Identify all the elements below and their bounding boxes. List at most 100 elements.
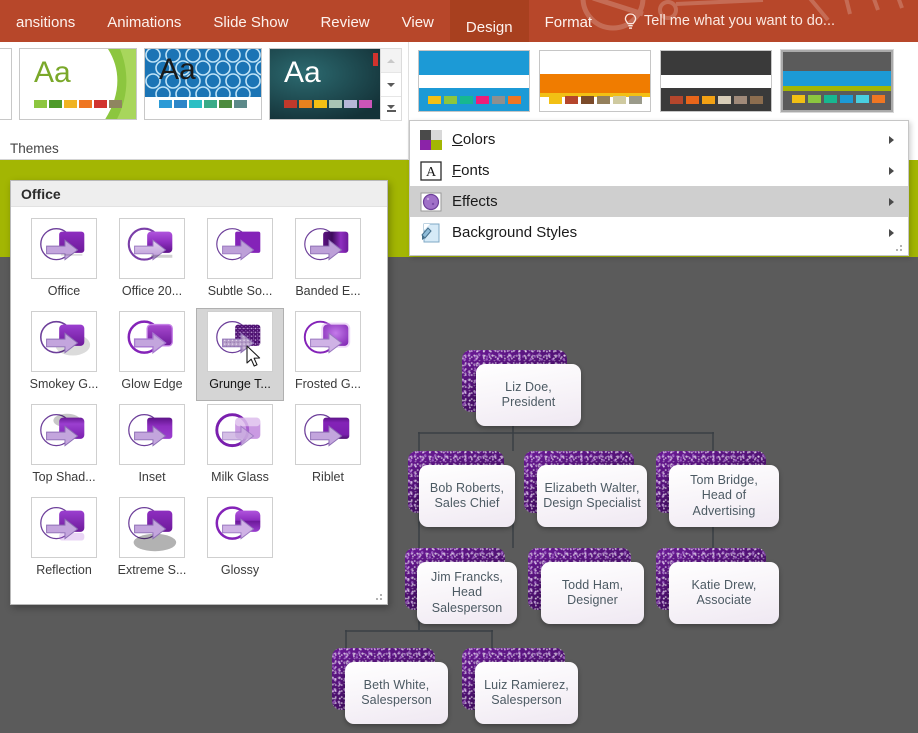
node-card[interactable]: Beth White, Salesperson xyxy=(345,662,448,724)
effect-preview xyxy=(119,404,185,465)
menu-item-background-styles[interactable]: Background Styles xyxy=(410,217,908,248)
tab-transitions[interactable]: ansitions xyxy=(0,15,91,42)
lightbulb-icon xyxy=(624,12,637,30)
menu-resize-grip[interactable] xyxy=(894,243,904,253)
tab-slide-show[interactable]: Slide Show xyxy=(197,15,304,42)
effect-preview xyxy=(119,218,185,279)
effect-preview xyxy=(31,497,97,558)
effect-label: Grunge T... xyxy=(209,377,271,391)
effect-label: Office 20... xyxy=(121,284,183,298)
node-card[interactable]: Katie Drew, Associate xyxy=(669,562,779,624)
tab-format[interactable]: Format xyxy=(529,15,609,42)
node-label: Tom Bridge, Head of Advertising xyxy=(690,473,758,518)
themes-gallery-scroll xyxy=(380,48,402,121)
effect-glossy[interactable]: Glossy xyxy=(196,494,284,587)
theme-thumbnail-partial[interactable] xyxy=(0,48,12,120)
node-label: Bob Roberts, Sales Chief xyxy=(429,480,505,510)
variant-dark[interactable] xyxy=(660,50,772,112)
org-node[interactable]: Bob Roberts, Sales Chief xyxy=(408,451,518,529)
effect-extreme-shadow[interactable]: Extreme S... xyxy=(108,494,196,587)
effect-smokey-glass[interactable]: Smokey G... xyxy=(20,308,108,401)
effect-label: Top Shad... xyxy=(32,470,96,484)
theme-thumbnail-dark-teal[interactable]: Aa xyxy=(269,48,387,120)
themes-group: Aa Aa Aa Themes xyxy=(0,42,409,160)
node-label: Luiz Ramierez, Salesperson xyxy=(484,677,569,707)
org-node[interactable]: Katie Drew, Associate xyxy=(656,548,780,626)
menu-item-fonts[interactable]: A Fonts xyxy=(410,155,908,186)
node-card[interactable]: Liz Doe, President xyxy=(476,364,581,426)
effect-frosted-glass[interactable]: Frosted G... xyxy=(284,308,372,401)
variant-swatches xyxy=(792,95,885,103)
menu-item-colors[interactable]: Colors xyxy=(410,124,908,155)
connector xyxy=(345,630,347,648)
chevron-right-icon xyxy=(889,135,894,144)
flyout-resize-grip[interactable] xyxy=(374,592,384,602)
node-card[interactable]: Jim Francks, Head Salesperson xyxy=(417,562,517,624)
org-node[interactable]: Elizabeth Walter, Design Specialist xyxy=(524,451,648,529)
effect-banded-edge[interactable]: Banded E... xyxy=(284,215,372,308)
themes-more-button[interactable] xyxy=(381,97,401,120)
menu-item-label: Effects xyxy=(452,193,498,210)
theme-swatches xyxy=(34,100,122,108)
node-card[interactable]: Elizabeth Walter, Design Specialist xyxy=(537,465,647,527)
theme-accent-mark xyxy=(373,53,378,66)
effect-preview xyxy=(295,218,361,279)
node-card[interactable]: Luiz Ramierez, Salesperson xyxy=(475,662,578,724)
effect-preview xyxy=(207,497,273,558)
node-label: Liz Doe, President xyxy=(501,379,556,409)
connector xyxy=(418,432,420,451)
variant-swatches xyxy=(428,96,521,104)
effect-office[interactable]: Office xyxy=(20,215,108,308)
effect-top-shadow[interactable]: Top Shad... xyxy=(20,401,108,494)
effect-preview xyxy=(31,404,97,465)
tell-me-search-box[interactable]: Tell me what you want to do... xyxy=(612,0,847,42)
org-node[interactable]: Beth White, Salesperson xyxy=(332,648,449,726)
theme-thumbnail-green-facet[interactable]: Aa xyxy=(19,48,137,120)
variant-blue[interactable] xyxy=(418,50,530,112)
effect-reflection[interactable]: Reflection xyxy=(20,494,108,587)
effect-inset[interactable]: Inset xyxy=(108,401,196,494)
tab-review[interactable]: Review xyxy=(304,15,385,42)
effect-subtle-solids[interactable]: Subtle So... xyxy=(196,215,284,308)
tell-me-placeholder-text: Tell me what you want to do... xyxy=(644,13,836,29)
effects-icon xyxy=(418,191,444,213)
effect-office-2007[interactable]: Office 20... xyxy=(108,215,196,308)
effect-milk-glass[interactable]: Milk Glass xyxy=(196,401,284,494)
mouse-cursor-icon xyxy=(246,345,261,367)
variant-swatches xyxy=(670,96,763,104)
effect-label: Office xyxy=(47,284,81,298)
tab-design[interactable]: Design xyxy=(449,0,529,42)
tab-animations[interactable]: Animations xyxy=(91,15,197,42)
menu-item-label: Fonts xyxy=(452,162,490,179)
variant-gray-blue-green[interactable] xyxy=(780,49,894,113)
effect-riblet[interactable]: Riblet xyxy=(284,401,372,494)
org-node[interactable]: Luiz Ramierez, Salesperson xyxy=(462,648,579,726)
effect-glow-edge[interactable]: Glow Edge xyxy=(108,308,196,401)
effect-label: Milk Glass xyxy=(211,470,269,484)
org-node[interactable]: Jim Francks, Head Salesperson xyxy=(405,548,519,626)
fonts-icon: A xyxy=(418,160,444,182)
node-card[interactable]: Todd Ham, Designer xyxy=(541,562,644,624)
more-icon xyxy=(386,105,396,112)
background-styles-icon xyxy=(418,222,444,244)
org-node[interactable]: Liz Doe, President xyxy=(462,350,582,428)
org-node[interactable]: Todd Ham, Designer xyxy=(528,548,645,626)
variant-orange[interactable] xyxy=(539,50,651,112)
themes-scroll-up-button[interactable] xyxy=(381,49,401,73)
theme-thumbnail-blue-pattern[interactable]: Aa xyxy=(144,48,262,120)
connector xyxy=(512,432,514,451)
node-card[interactable]: Tom Bridge, Head of Advertising xyxy=(669,465,779,527)
effect-label: Extreme S... xyxy=(117,563,187,577)
effect-grunge-texture[interactable]: Grunge T... xyxy=(196,308,284,401)
connector xyxy=(712,432,714,451)
node-label: Todd Ham, Designer xyxy=(561,577,624,607)
tab-view[interactable]: View xyxy=(386,15,450,42)
menu-item-effects[interactable]: Effects xyxy=(410,186,908,217)
effects-gallery-flyout: Office Office Office 20... Subtle So... … xyxy=(10,180,388,605)
themes-scroll-down-button[interactable] xyxy=(381,73,401,97)
node-card[interactable]: Bob Roberts, Sales Chief xyxy=(419,465,515,527)
org-node[interactable]: Tom Bridge, Head of Advertising xyxy=(656,451,780,529)
effect-preview xyxy=(207,218,273,279)
connector xyxy=(491,630,493,648)
effect-label: Reflection xyxy=(36,563,92,577)
